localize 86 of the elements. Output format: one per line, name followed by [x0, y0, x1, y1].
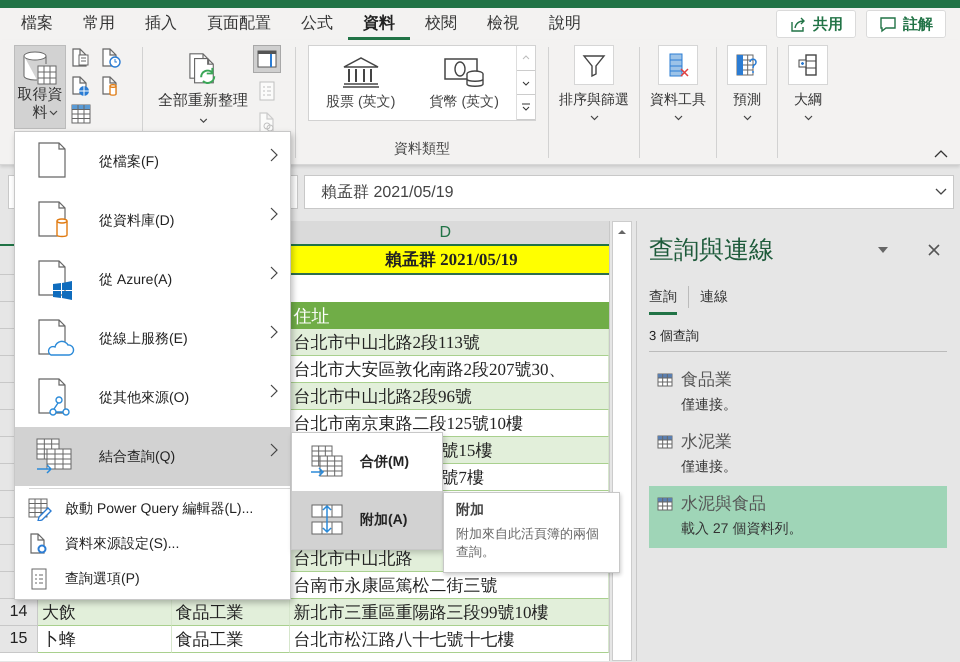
- row-header: 14: [0, 599, 38, 626]
- menu-item[interactable]: 結合查詢(Q): [15, 427, 290, 486]
- clock-file-icon[interactable]: [100, 47, 122, 69]
- get-data-button[interactable]: 取得資料: [14, 45, 66, 129]
- query-name: 食品業: [681, 369, 732, 391]
- close-icon[interactable]: [927, 242, 941, 256]
- table-cell-text: 新北市三重區重陽路三段99號10樓: [294, 602, 549, 624]
- menu-item[interactable]: 從 Azure(A): [15, 250, 290, 309]
- ribbon-tab[interactable]: 頁面配置: [192, 8, 286, 40]
- ribbon-button[interactable]: 大綱: [788, 45, 828, 164]
- expand-formula-icon: [935, 188, 947, 196]
- formula-field[interactable]: 賴孟群 2021/05/19: [304, 175, 954, 209]
- table-cell-text: 大飲: [42, 602, 76, 624]
- data-type-button[interactable]: 貨幣 (英文): [412, 46, 516, 120]
- query-item[interactable]: 水泥與食品 載入 27 個資料列。: [649, 486, 947, 548]
- pane-title: 查詢與連線: [649, 235, 775, 266]
- ribbon-tab[interactable]: 常用: [68, 8, 130, 40]
- query-status: 僅連接。: [681, 396, 738, 414]
- globe-file-icon[interactable]: [70, 75, 92, 97]
- table-cell-text: 住址: [294, 304, 330, 328]
- data-types-gallery[interactable]: 股票 (英文) 貨幣 (英文): [308, 45, 536, 121]
- group-label: 資料類型: [393, 140, 451, 158]
- caret-icon: [590, 115, 598, 121]
- table-cell-text: 台北市中山北路2段113號: [294, 332, 480, 354]
- ribbon-button[interactable]: 資料工具: [650, 45, 706, 164]
- menu-item[interactable]: 查詢選項(P): [15, 561, 290, 596]
- comment-button[interactable]: 註解: [866, 10, 946, 38]
- tooltip-title: 附加: [456, 501, 485, 519]
- menu-item[interactable]: 合併(M): [292, 433, 442, 491]
- caret-icon: [742, 115, 752, 121]
- pane-tab[interactable]: 查詢: [649, 284, 677, 315]
- menu-item[interactable]: 附加(A): [292, 491, 442, 549]
- database-table-icon: [22, 50, 58, 86]
- query-item[interactable]: 水泥業 僅連接。: [649, 424, 947, 486]
- table-icon: [657, 372, 673, 386]
- query-name: 水泥與食品: [681, 493, 766, 515]
- table-cell-text: 台南市永康區篤松二街三號: [294, 574, 498, 596]
- query-status: 僅連接。: [681, 458, 738, 476]
- table-cell-text: 食品工業: [176, 628, 244, 650]
- caret-icon: [48, 110, 58, 116]
- menu-item[interactable]: 啟動 Power Query 編輯器(L)...: [15, 491, 290, 526]
- pane-tab[interactable]: 連線: [700, 284, 728, 315]
- query-name: 水泥業: [681, 431, 732, 453]
- ribbon-tab[interactable]: 檢視: [472, 8, 534, 40]
- table-icon: [657, 496, 673, 510]
- refresh-all-button[interactable]: 全部重新整理: [153, 45, 253, 129]
- data-type-button[interactable]: 股票 (英文): [309, 46, 412, 120]
- menu-item[interactable]: 從資料庫(D): [15, 191, 290, 250]
- table-pencil-icon: [27, 496, 53, 520]
- table-icon: [657, 434, 673, 448]
- ribbon-tab[interactable]: 插入: [130, 8, 192, 40]
- query-item[interactable]: 食品業 僅連接。: [649, 362, 947, 424]
- caret-icon: [674, 115, 682, 121]
- ribbon-button[interactable]: 排序與篩選: [559, 45, 629, 164]
- query-status: 載入 27 個資料列。: [681, 520, 804, 538]
- table-cell-text: 號7樓: [441, 466, 484, 488]
- table-icon[interactable]: [70, 103, 92, 125]
- table-cell-text: 台北市松江路八十七號十七樓: [294, 628, 515, 650]
- dropdown-icon[interactable]: [877, 246, 889, 254]
- comment-icon: [879, 15, 897, 33]
- ribbon-button[interactable]: 預測: [727, 45, 767, 164]
- menu-item[interactable]: 從線上服務(E): [15, 309, 290, 368]
- ribbon-tab[interactable]: 檔案: [6, 8, 68, 40]
- table-cell-text: 台北市大安區敦化南路2段207號30、: [294, 358, 566, 380]
- collapse-ribbon-icon: [934, 149, 948, 158]
- share-button[interactable]: 共用: [776, 10, 856, 38]
- menu-item[interactable]: 從檔案(F): [15, 132, 290, 191]
- menu-item[interactable]: 從其他來源(O): [15, 368, 290, 427]
- table-cell-text: 食品工業: [176, 602, 244, 624]
- table-cell-text: 台北市中山北路2段96號: [294, 386, 472, 408]
- caret-icon: [198, 118, 208, 124]
- vertical-scrollbar[interactable]: [612, 221, 632, 661]
- ribbon-tab[interactable]: 校閱: [410, 8, 472, 40]
- table-cell-text: 台北市南京東路二段125號10樓: [294, 412, 524, 434]
- tooltip-text: 附加來自此活頁簿的兩個查詢。: [456, 525, 600, 561]
- table-cell-text: 卜蜂: [42, 628, 76, 650]
- ribbon-tab[interactable]: 說明: [534, 8, 596, 40]
- table-cell-text: 賴孟群 2021/05/19: [384, 249, 518, 271]
- table-cell-text: 台北市中山北路: [294, 548, 413, 570]
- row-header: 15: [0, 626, 38, 653]
- query-count: 3 個查詢: [649, 327, 947, 352]
- menu-item[interactable]: 資料來源設定(S)...: [15, 526, 290, 561]
- ribbon-tab[interactable]: 公式: [286, 8, 348, 40]
- share-icon: [789, 15, 807, 33]
- caret-icon: [804, 115, 812, 121]
- table-cell-text: 號15樓: [441, 440, 492, 462]
